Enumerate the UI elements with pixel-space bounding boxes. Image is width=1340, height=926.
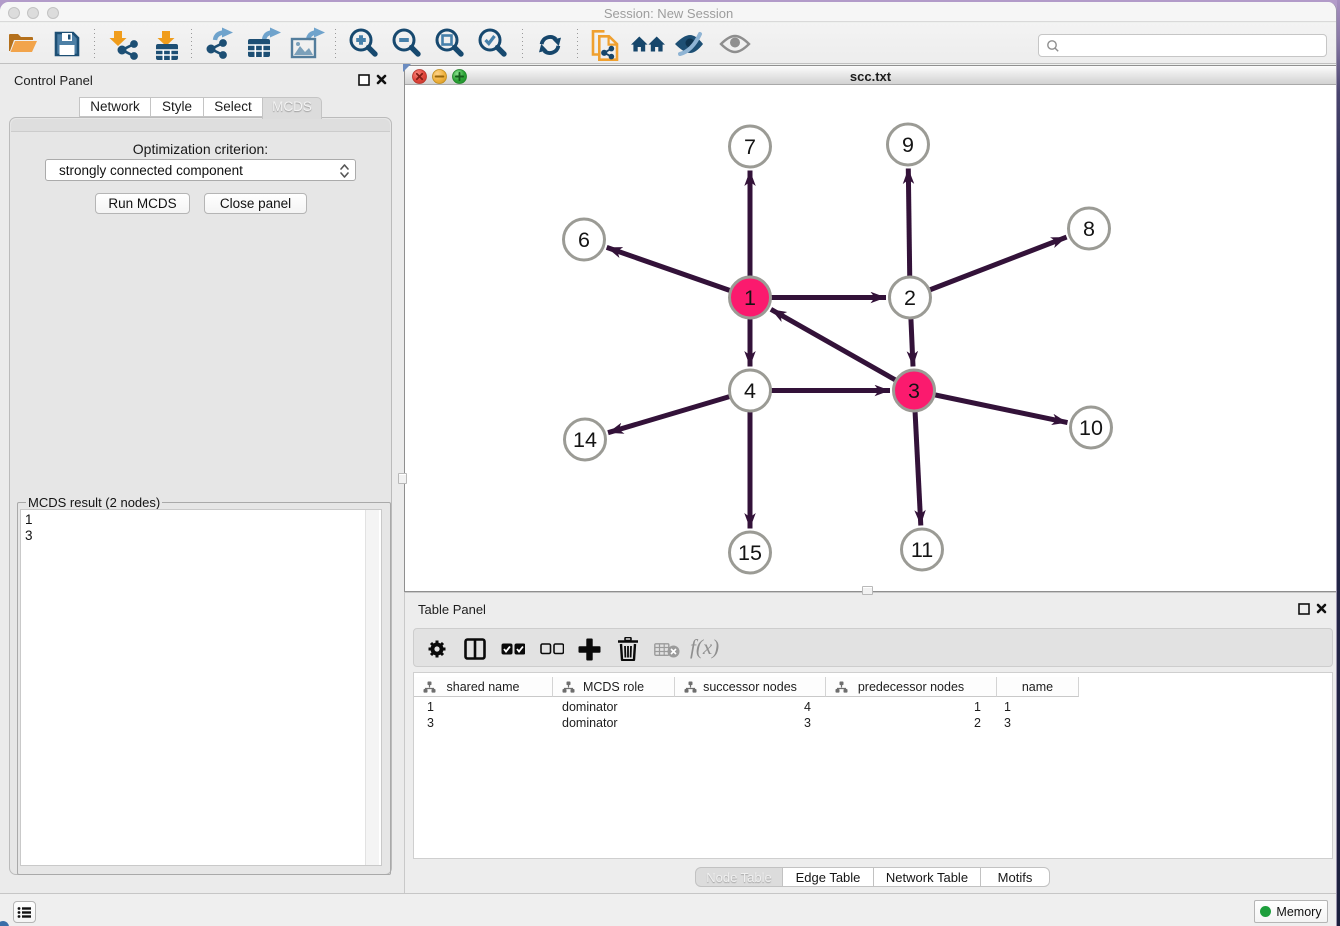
svg-text:14: 14 — [573, 428, 597, 452]
svg-text:9: 9 — [902, 133, 914, 157]
svg-text:2: 2 — [904, 286, 916, 310]
svg-text:15: 15 — [738, 541, 762, 565]
svg-text:10: 10 — [1079, 416, 1103, 440]
svg-text:1: 1 — [744, 286, 756, 310]
svg-text:4: 4 — [744, 379, 756, 403]
svg-text:11: 11 — [911, 538, 933, 562]
svg-text:8: 8 — [1083, 217, 1095, 241]
svg-text:7: 7 — [744, 135, 756, 159]
svg-text:6: 6 — [578, 228, 590, 252]
svg-text:3: 3 — [908, 379, 920, 403]
